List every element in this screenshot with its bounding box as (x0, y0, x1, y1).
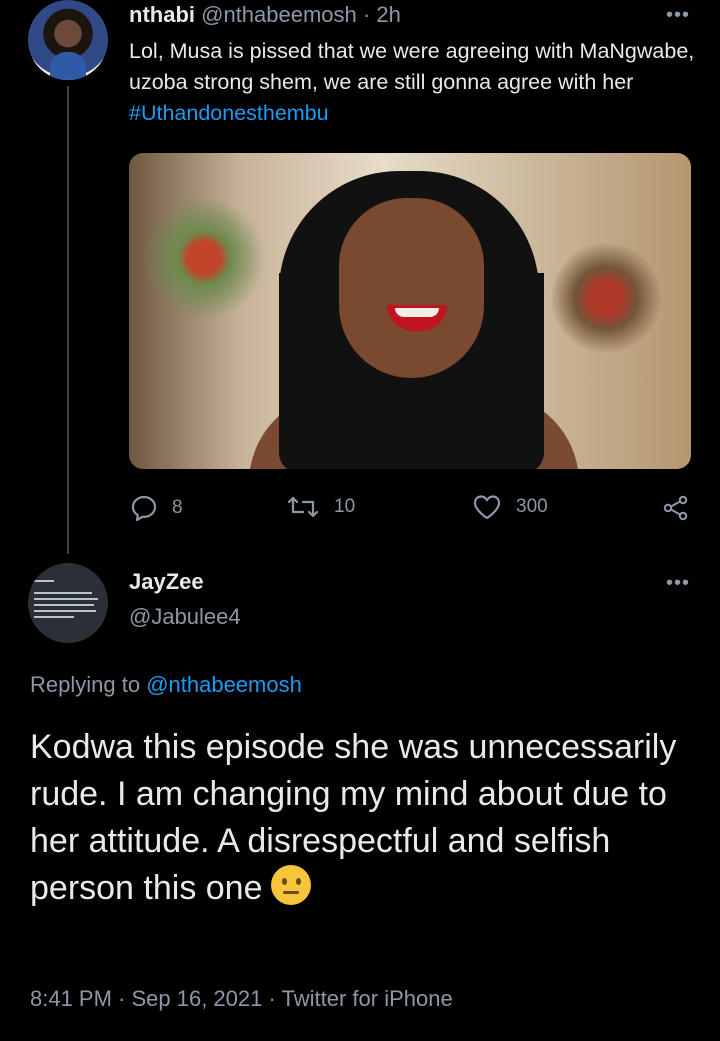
tweet-header: nthabi @nthabeemosh · 2h (129, 2, 401, 28)
tweet-text-body: Kodwa this episode she was unnecessarily… (30, 728, 677, 907)
display-name[interactable]: nthabi (129, 2, 195, 27)
photo-teeth (395, 308, 439, 317)
neutral-face-emoji-icon (270, 865, 311, 905)
mention-link[interactable]: @nthabeemosh (146, 672, 302, 697)
thread-connector-line (67, 86, 69, 554)
avatar-text-line (34, 592, 92, 594)
tweet-text: Kodwa this episode she was unnecessarily… (30, 724, 700, 912)
avatar-text-line (34, 598, 98, 600)
heart-icon (472, 494, 502, 520)
avatar[interactable] (28, 563, 108, 643)
reply-count: 8 (172, 497, 183, 518)
share-icon (662, 494, 690, 522)
avatar[interactable] (28, 0, 108, 80)
avatar-text-line (34, 580, 54, 582)
display-name[interactable]: JayZee (129, 569, 204, 595)
user-handle[interactable]: @nthabeemosh (201, 2, 357, 27)
photo-hair-right (474, 273, 544, 469)
like-count: 300 (516, 496, 548, 517)
reply-icon (130, 494, 158, 522)
avatar-text-line (34, 616, 74, 618)
retweet-count: 10 (334, 496, 356, 517)
like-button[interactable]: 300 (472, 494, 548, 520)
tweet-text: Lol, Musa is pissed that we were agreein… (129, 36, 699, 129)
photo-plant-right (551, 243, 661, 353)
separator: · (362, 2, 371, 27)
photo-plant-left (144, 193, 264, 323)
retweet-icon (286, 494, 320, 520)
tweet-metadata: 8:41 PM · Sep 16, 2021 · Twitter for iPh… (30, 986, 453, 1011)
tweet-text-body: Lol, Musa is pissed that we were agreein… (129, 39, 695, 94)
share-button[interactable] (662, 494, 690, 522)
more-options-icon[interactable]: ••• (666, 572, 690, 595)
avatar-text-line (34, 604, 94, 606)
replying-label: Replying to (30, 672, 147, 697)
avatar-text-line (34, 610, 96, 612)
timestamp[interactable]: 2h (376, 2, 400, 27)
user-handle[interactable]: @Jabulee4 (129, 604, 241, 630)
hashtag-link[interactable]: #Uthandonesthembu (129, 101, 329, 125)
replying-to: Replying to @nthabeemosh (30, 672, 302, 698)
photo-face (339, 198, 484, 378)
more-options-icon[interactable]: ••• (666, 4, 690, 27)
tweet-image[interactable] (129, 153, 691, 469)
reply-button[interactable]: 8 (130, 494, 183, 522)
retweet-button[interactable]: 10 (286, 494, 355, 520)
